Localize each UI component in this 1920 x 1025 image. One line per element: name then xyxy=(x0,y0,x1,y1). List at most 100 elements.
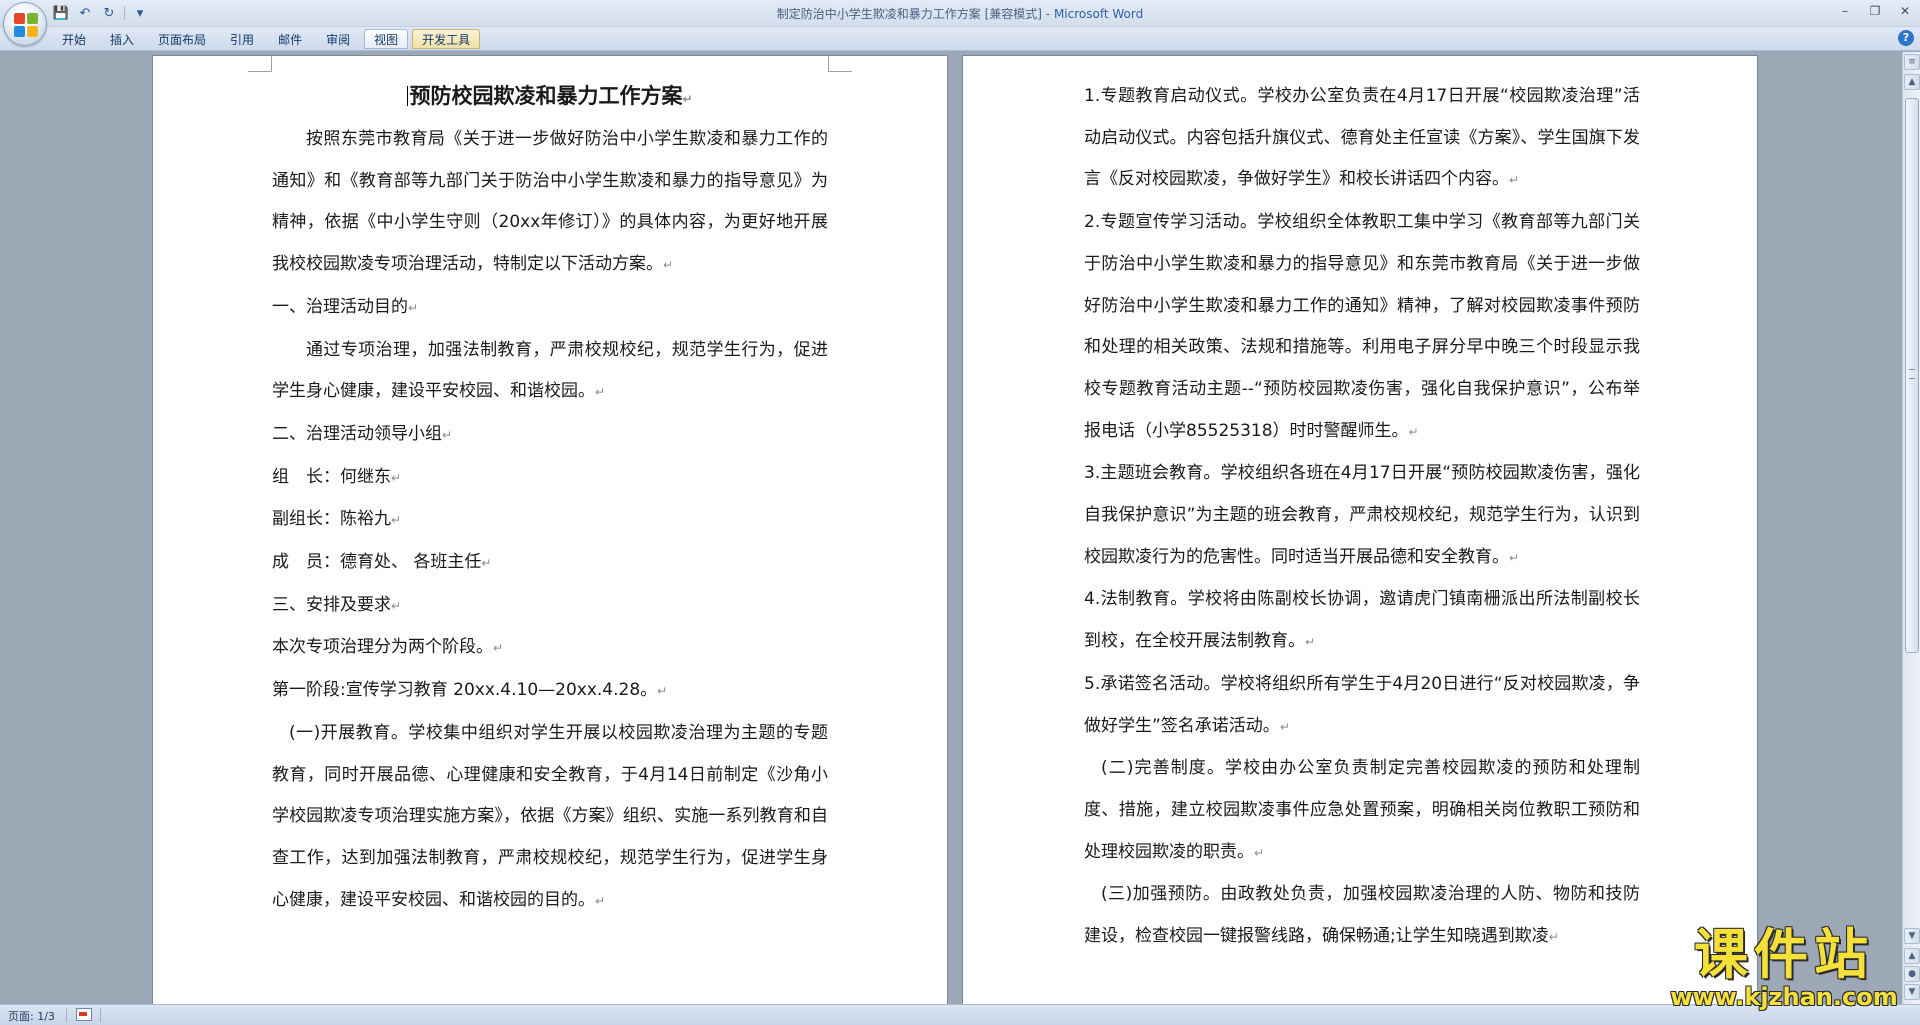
paragraph-mark: ↵ xyxy=(595,385,606,400)
page-2-text[interactable]: 1.专题教育启动仪式。学校办公室负责在4月17日开展“校园欺凌治理”活动启动仪式… xyxy=(1084,76,1640,959)
paragraph-mark: ↵ xyxy=(493,641,504,656)
document-name: 制定防治中小学生欺凌和暴力工作方案 [兼容模式] xyxy=(776,7,1042,21)
paragraph-mark: ↵ xyxy=(391,513,402,528)
paragraph-mark: ↵ xyxy=(657,684,668,699)
proofing-status-icon[interactable] xyxy=(76,1008,92,1021)
paragraph-mark: ↵ xyxy=(1254,845,1265,860)
tab-page-layout[interactable]: 页面布局 xyxy=(148,29,216,49)
paragraph-text: 4.法制教育。学校将由陈副校长协调，邀请虎门镇南栅派出所法制副校长到校，在全校开… xyxy=(1084,589,1640,652)
paragraph-mark: ↵ xyxy=(1509,173,1520,188)
page-1: 预防校园欺凌和暴力工作方案↵ 按照东莞市教育局《关于进一步做好防治中小学生欺凌和… xyxy=(153,56,947,1004)
tab-mailings[interactable]: 邮件 xyxy=(268,29,312,49)
paragraph: 3.主题班会教育。学校组织各班在4月17日开展“预防校园欺凌伤害，强化自我保护意… xyxy=(1084,453,1640,579)
paragraph: 一、治理活动目的↵ xyxy=(272,287,828,330)
scroll-up-icon[interactable]: ▲ xyxy=(1904,74,1920,90)
paragraph-mark: ↵ xyxy=(1548,930,1559,945)
paragraph-mark: ↵ xyxy=(1279,719,1290,734)
status-bar: 页面: 1/3 xyxy=(0,1004,1920,1025)
tab-insert[interactable]: 插入 xyxy=(100,29,144,49)
paragraph: 第一阶段:宣传学习教育 20xx.4.10—20xx.4.28。↵ xyxy=(272,670,828,713)
paragraph: 三、安排及要求↵ xyxy=(272,585,828,628)
status-divider xyxy=(100,1008,101,1022)
paragraph-text: 组 长：何继东 xyxy=(272,466,391,487)
paragraph-text: 3.主题班会教育。学校组织各班在4月17日开展“预防校园欺凌伤害，强化自我保护意… xyxy=(1084,463,1640,567)
paragraph-mark: ↵ xyxy=(595,893,606,908)
ruler-toggle-icon[interactable]: ≡ xyxy=(1904,54,1920,70)
tab-references[interactable]: 引用 xyxy=(220,29,264,49)
tab-developer[interactable]: 开发工具 xyxy=(412,29,481,49)
paragraph-text: (二)完善制度。学校由办公室负责制定完善校园欺凌的预防和处理制度、措施，建立校园… xyxy=(1084,758,1640,862)
paragraph-mark: ↵ xyxy=(1305,635,1316,650)
page-1-text[interactable]: 预防校园欺凌和暴力工作方案↵ 按照东莞市教育局《关于进一步做好防治中小学生欺凌和… xyxy=(272,76,828,922)
paragraph-text: 一、治理活动目的 xyxy=(272,296,408,317)
paragraph-text: 通过专项治理，加强法制教育，严肃校规校纪，规范学生行为，促进学生身心健康，建设平… xyxy=(272,339,828,402)
paragraph-text: 本次专项治理分为两个阶段。 xyxy=(272,637,493,658)
paragraph: 组 长：何继东↵ xyxy=(272,457,828,500)
paragraph-mark: ↵ xyxy=(663,258,674,273)
select-browse-object-icon[interactable]: ● xyxy=(1904,966,1920,982)
title-bar: 💾 ↶ ↻ ▾ 制定防治中小学生欺凌和暴力工作方案 [兼容模式] - Micro… xyxy=(0,0,1920,46)
help-icon[interactable]: ? xyxy=(1898,30,1914,46)
paragraph-text: 5.承诺签名活动。学校将组织所有学生于4月20日进行“反对校园欺凌，争做好学生”… xyxy=(1084,673,1640,736)
window-controls: – ❐ ✕ xyxy=(1830,0,1920,24)
paragraph-mark: ↵ xyxy=(481,556,492,571)
paragraph-text: 三、安排及要求 xyxy=(272,594,391,615)
paragraph-text: 成 员：德育处、 各班主任 xyxy=(272,552,482,573)
office-button[interactable] xyxy=(3,2,47,46)
scrollbar-thumb[interactable] xyxy=(1905,98,1919,653)
page-2: 1.专题教育启动仪式。学校办公室负责在4月17日开展“校园欺凌治理”活动启动仪式… xyxy=(963,56,1757,1004)
paragraph: (一)开展教育。学校集中组织对学生开展以校园欺凌治理为主题的专题教育，同时开展品… xyxy=(272,713,828,923)
page-1-paragraphs: 按照东莞市教育局《关于进一步做好防治中小学生欺凌和暴力工作的通知》和《教育部等九… xyxy=(272,119,828,922)
ribbon-tabs-bar: 开始 插入 页面布局 引用 邮件 审阅 视图 开发工具 ? xyxy=(0,27,1920,51)
paragraph: 成 员：德育处、 各班主任↵ xyxy=(272,542,828,585)
app-name: Microsoft Word xyxy=(1053,7,1144,21)
paragraph-mark: ↵ xyxy=(442,427,453,442)
vertical-scrollbar[interactable]: ≡ ▲ ▼ ▲ ● ▼ xyxy=(1902,52,1920,1004)
margin-corner-mark xyxy=(248,56,272,72)
paragraph-text: (一)开展教育。学校集中组织对学生开展以校园欺凌治理为主题的专题教育，同时开展品… xyxy=(272,722,828,910)
paragraph-text: 按照东莞市教育局《关于进一步做好防治中小学生欺凌和暴力工作的通知》和《教育部等九… xyxy=(272,129,828,275)
window-title: 制定防治中小学生欺凌和暴力工作方案 [兼容模式] - Microsoft Wor… xyxy=(0,5,1920,22)
status-divider xyxy=(66,1008,67,1022)
margin-corner-mark xyxy=(828,56,852,72)
page-2-paragraphs: 1.专题教育启动仪式。学校办公室负责在4月17日开展“校园欺凌治理”活动启动仪式… xyxy=(1084,76,1640,959)
paragraph: 5.承诺签名活动。学校将组织所有学生于4月20日进行“反对校园欺凌，争做好学生”… xyxy=(1084,664,1640,748)
tab-home[interactable]: 开始 xyxy=(52,29,96,49)
title-separator: - xyxy=(1041,7,1054,21)
paragraph: 副组长：陈裕九↵ xyxy=(272,499,828,542)
ribbon-tabs: 开始 插入 页面布局 引用 邮件 审阅 视图 开发工具 xyxy=(52,29,481,49)
previous-page-icon[interactable]: ▲ xyxy=(1904,948,1920,964)
paragraph: 4.法制教育。学校将由陈副校长协调，邀请虎门镇南栅派出所法制副校长到校，在全校开… xyxy=(1084,579,1640,663)
paragraph: 2.专题宣传学习活动。学校组织全体教职工集中学习《教育部等九部门关于防治中小学生… xyxy=(1084,202,1640,453)
restore-icon[interactable]: ❐ xyxy=(1860,0,1890,22)
document-area: 预防校园欺凌和暴力工作方案↵ 按照东莞市教育局《关于进一步做好防治中小学生欺凌和… xyxy=(0,52,1902,1004)
paragraph: 二、治理活动领导小组↵ xyxy=(272,414,828,457)
paragraph-mark: ↵ xyxy=(391,470,402,485)
paragraph-text: 二、治理活动领导小组 xyxy=(272,423,442,444)
paragraph-text: 2.专题宣传学习活动。学校组织全体教职工集中学习《教育部等九部门关于防治中小学生… xyxy=(1084,212,1640,441)
paragraph-mark: ↵ xyxy=(1509,550,1520,565)
paragraph: (二)完善制度。学校由办公室负责制定完善校园欺凌的预防和处理制度、措施，建立校园… xyxy=(1084,748,1640,874)
paragraph-text: 第一阶段:宣传学习教育 20xx.4.10—20xx.4.28。 xyxy=(272,680,658,701)
paragraph: 本次专项治理分为两个阶段。↵ xyxy=(272,627,828,670)
next-page-icon[interactable]: ▼ xyxy=(1904,984,1920,1000)
paragraph: 通过专项治理，加强法制教育，严肃校规校纪，规范学生行为，促进学生身心健康，建设平… xyxy=(272,330,828,414)
page-count-status[interactable]: 页面: 1/3 xyxy=(8,1008,55,1024)
tab-review[interactable]: 审阅 xyxy=(316,29,360,49)
minimize-icon[interactable]: – xyxy=(1830,0,1860,22)
paragraph-mark: ↵ xyxy=(682,92,693,106)
thumb-grip xyxy=(1909,369,1915,379)
document-title: 预防校园欺凌和暴力工作方案↵ xyxy=(272,76,828,119)
document-title-text: 预防校园欺凌和暴力工作方案 xyxy=(409,84,683,108)
office-logo-icon xyxy=(14,13,38,37)
paragraph: 按照东莞市教育局《关于进一步做好防治中小学生欺凌和暴力工作的通知》和《教育部等九… xyxy=(272,119,828,287)
paragraph: 1.专题教育启动仪式。学校办公室负责在4月17日开展“校园欺凌治理”活动启动仪式… xyxy=(1084,76,1640,202)
close-icon[interactable]: ✕ xyxy=(1890,0,1920,22)
paragraph-mark: ↵ xyxy=(391,598,402,613)
paragraph-text: 副组长：陈裕九 xyxy=(272,509,391,530)
paragraph-mark: ↵ xyxy=(408,300,419,315)
paragraph-mark: ↵ xyxy=(1408,424,1419,439)
tab-view[interactable]: 视图 xyxy=(364,29,409,49)
scroll-down-icon[interactable]: ▼ xyxy=(1904,928,1920,944)
paragraph: (三)加强预防。由政教处负责，加强校园欺凌治理的人防、物防和技防建设，检查校园一… xyxy=(1084,874,1640,958)
